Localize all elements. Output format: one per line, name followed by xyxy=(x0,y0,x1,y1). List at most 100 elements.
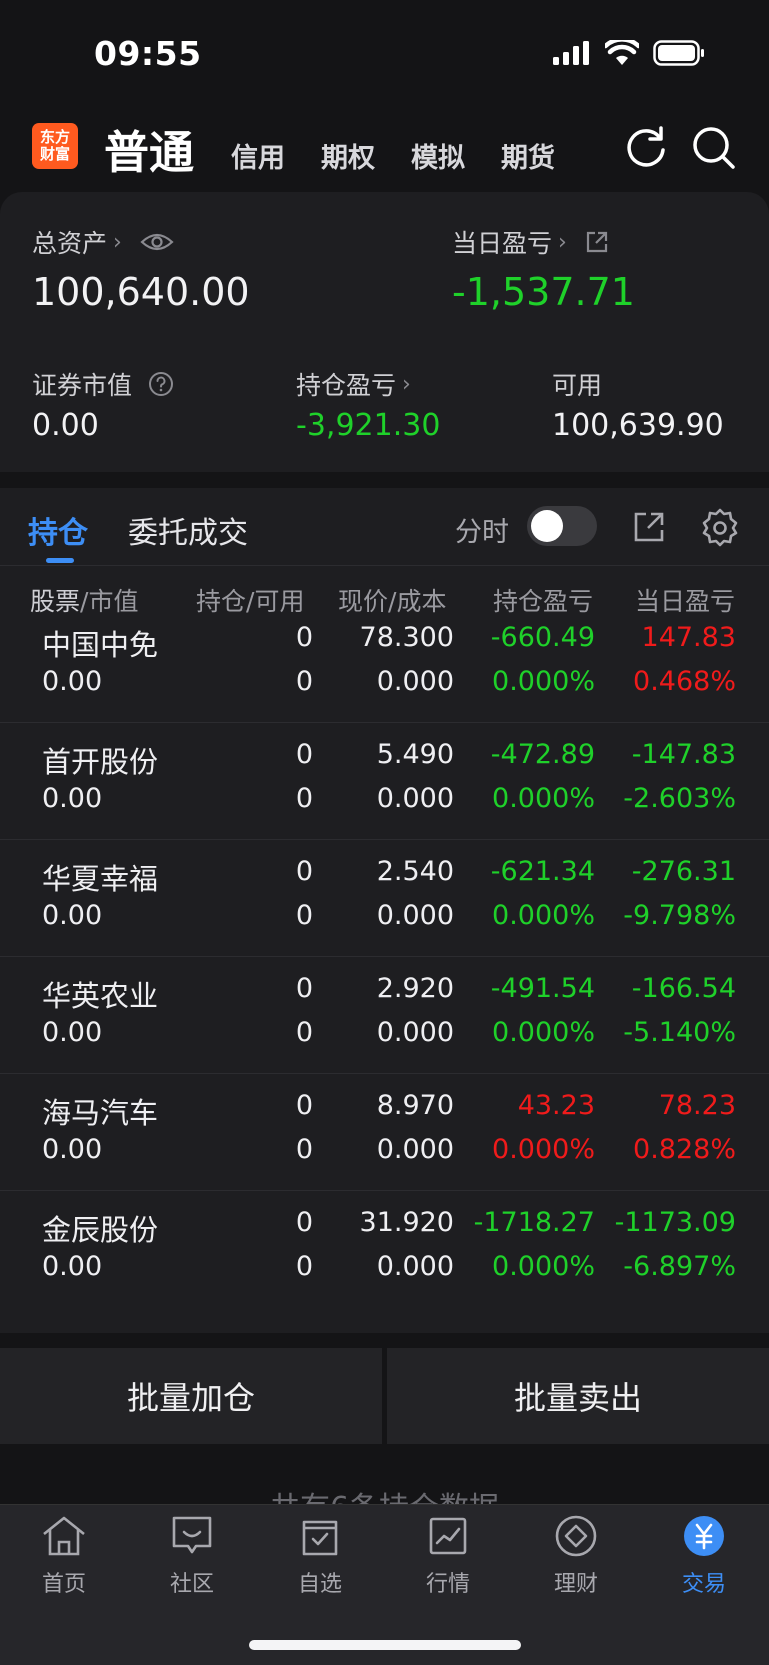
position-pnl-pct: 0.000% xyxy=(492,1017,595,1048)
brand-logo[interactable]: 东方 财富 xyxy=(32,123,78,169)
stock-name: 海马汽车 xyxy=(42,1096,159,1130)
available-qty: 0 xyxy=(295,666,313,697)
daily-pnl: -276.31 xyxy=(631,856,736,887)
current-price: 78.300 xyxy=(359,622,454,653)
available-value: 100,639.90 xyxy=(552,408,724,443)
fenshi-toggle[interactable] xyxy=(527,506,597,546)
watchlist-bag-icon xyxy=(302,1520,338,1556)
share-icon[interactable] xyxy=(632,510,666,544)
share-icon[interactable] xyxy=(585,230,609,254)
daily-pnl-pct: 0.468% xyxy=(633,666,736,697)
tabbar-label: 自选 xyxy=(297,1572,342,1597)
holding-row[interactable]: 首开股份 0.00 0 0 5.490 0.000 -472.89 0.000% -147.83… xyxy=(0,723,769,840)
status-icons xyxy=(553,40,705,66)
available-qty: 0 xyxy=(295,1134,313,1165)
home-icon xyxy=(43,1516,85,1556)
market-value: 0.00 xyxy=(42,1251,103,1282)
chart-line-icon xyxy=(429,1517,467,1555)
market-value-label: 证券市值 xyxy=(32,371,133,400)
holding-row[interactable]: 海马汽车 0.00 0 0 8.970 0.000 43.23 0.000% 78.23 0.82… xyxy=(0,1074,769,1191)
current-price: 2.540 xyxy=(376,856,454,887)
tab-positions[interactable]: 持仓 xyxy=(28,508,88,552)
account-tab-normal[interactable]: 普通 xyxy=(104,116,194,181)
daily-pnl-pct: -6.897% xyxy=(623,1251,736,1282)
tabbar-watchlist[interactable]: 自选 xyxy=(270,1514,370,1598)
tabbar-trade[interactable]: 交易 xyxy=(654,1514,754,1598)
stock-name: 中国中免 xyxy=(42,628,159,662)
daily-pnl: -166.54 xyxy=(631,973,736,1004)
position-pnl: -491.54 xyxy=(490,973,595,1004)
fenshi-label: 分时 xyxy=(455,517,509,548)
cost-price: 0.000 xyxy=(376,1017,454,1048)
tabbar-market[interactable]: 行情 xyxy=(398,1514,498,1598)
current-price: 8.970 xyxy=(376,1090,454,1121)
market-value-info[interactable]: 证券市值 xyxy=(32,366,174,402)
refresh-icon[interactable] xyxy=(622,124,670,172)
chevron-right-icon: › xyxy=(113,229,122,255)
search-icon[interactable] xyxy=(690,124,738,172)
batch-sell-button[interactable]: 批量卖出 xyxy=(387,1348,769,1444)
tab-active-indicator xyxy=(46,558,74,563)
signal-icon xyxy=(553,41,589,65)
settings-gear-icon[interactable] xyxy=(700,507,740,547)
account-tab-options[interactable]: 期权 xyxy=(321,136,375,175)
holding-row[interactable]: 中国中免 0.00 0 0 78.300 0.000 -660.49 0.000% 147.83… xyxy=(0,606,769,723)
market-value-value: 0.00 xyxy=(32,408,99,443)
tabbar-wealth[interactable]: 理财 xyxy=(526,1514,626,1598)
account-tab-futures[interactable]: 期货 xyxy=(501,136,555,175)
batch-add-button[interactable]: 批量加仓 xyxy=(0,1348,382,1444)
cost-price: 0.000 xyxy=(376,666,454,697)
tab-orders-trades[interactable]: 委托成交 xyxy=(128,508,248,552)
wifi-icon xyxy=(605,40,639,65)
daily-pnl-pct: -5.140% xyxy=(623,1017,736,1048)
eye-icon[interactable] xyxy=(140,231,174,253)
account-tab-credit[interactable]: 信用 xyxy=(231,136,285,175)
available-label: 可用 xyxy=(552,371,603,400)
diamond-icon xyxy=(555,1515,597,1557)
tabbar-community[interactable]: 社区 xyxy=(142,1514,242,1598)
tabbar-home[interactable]: 首页 xyxy=(14,1514,114,1598)
total-assets-link[interactable]: 总资产 › xyxy=(32,224,174,260)
daily-pnl-link[interactable]: 当日盈亏 › xyxy=(452,224,609,260)
available-qty: 0 xyxy=(295,783,313,814)
holding-row[interactable]: 金辰股份 0.00 0 0 31.920 0.000 -1718.27 0.000% -1173… xyxy=(0,1191,769,1308)
current-price: 2.920 xyxy=(376,973,454,1004)
position-qty: 0 xyxy=(295,1207,313,1238)
chat-bubble-icon xyxy=(172,1516,212,1554)
position-pnl: -621.34 xyxy=(490,856,595,887)
cost-price: 0.000 xyxy=(376,900,454,931)
stock-name: 华英农业 xyxy=(42,979,159,1013)
daily-pnl: 78.23 xyxy=(658,1090,736,1121)
divider xyxy=(0,565,769,566)
tabbar-label: 交易 xyxy=(681,1572,726,1597)
status-time: 09:55 xyxy=(94,34,202,73)
total-assets-label: 总资产 xyxy=(32,229,108,258)
position-pnl: -472.89 xyxy=(490,739,595,770)
position-pnl-pct: 0.000% xyxy=(492,1134,595,1165)
stock-name: 华夏幸福 xyxy=(42,862,159,896)
chevron-right-icon: › xyxy=(558,229,567,255)
daily-pnl-pct: -2.603% xyxy=(623,783,736,814)
holding-row[interactable]: 华夏幸福 0.00 0 0 2.540 0.000 -621.34 0.000% -276.31… xyxy=(0,840,769,957)
tabbar-label: 社区 xyxy=(169,1572,214,1597)
market-value: 0.00 xyxy=(42,783,103,814)
position-pnl-link[interactable]: 持仓盈亏 › xyxy=(296,366,411,402)
position-pnl-pct: 0.000% xyxy=(492,666,595,697)
current-price: 5.490 xyxy=(376,739,454,770)
holding-row[interactable]: 华英农业 0.00 0 0 2.920 0.000 -491.54 0.000% -166.54… xyxy=(0,957,769,1074)
home-indicator[interactable] xyxy=(249,1640,521,1650)
daily-pnl: -147.83 xyxy=(631,739,736,770)
cost-price: 0.000 xyxy=(376,1251,454,1282)
cost-price: 0.000 xyxy=(376,783,454,814)
position-pnl-pct: 0.000% xyxy=(492,1251,595,1282)
help-icon[interactable] xyxy=(148,371,174,397)
available-qty: 0 xyxy=(295,1017,313,1048)
account-tab-simulation[interactable]: 模拟 xyxy=(411,136,465,175)
position-qty: 0 xyxy=(295,739,313,770)
logo-text-top: 东方 xyxy=(39,128,70,146)
market-value: 0.00 xyxy=(42,1134,103,1165)
market-value: 0.00 xyxy=(42,666,103,697)
position-pnl: 43.23 xyxy=(517,1090,595,1121)
battery-icon xyxy=(653,40,704,66)
available-qty: 0 xyxy=(295,900,313,931)
